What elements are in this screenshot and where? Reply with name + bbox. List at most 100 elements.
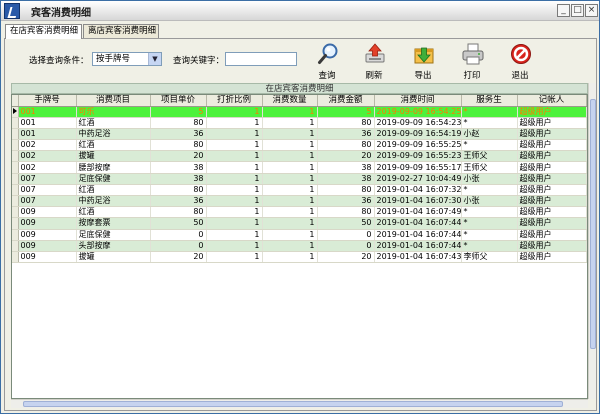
table-cell[interactable]: 超级用户 [517,240,587,252]
horizontal-scrollbar[interactable] [11,399,588,408]
table-cell[interactable]: 001 [18,117,77,129]
table-cell[interactable]: 中药足浴 [76,128,151,141]
table-cell[interactable]: 36 [150,195,207,208]
table-cell[interactable]: 王师父 [461,150,518,163]
column-header[interactable]: 记帐人 [517,95,587,107]
table-cell[interactable]: 2019-09-09 16:55:23 [374,150,462,163]
table-cell[interactable]: 1 [206,161,263,174]
table-cell[interactable]: 1 [262,139,318,152]
table-cell[interactable]: 超级用户 [517,117,587,129]
table-row[interactable]: 007 中药足浴 36 1 1 36 2019-01-04 16:07:30 小张 超级用户 [12,195,587,208]
table-cell[interactable]: * [461,206,518,219]
table-cell[interactable]: * [461,106,518,118]
table-cell[interactable]: 超级用户 [517,195,587,208]
table-cell[interactable]: 小张 [461,195,518,208]
condition-select[interactable]: 按手牌号 ▼ [92,52,162,66]
table-cell[interactable]: 红酒 [76,139,151,152]
table-cell[interactable]: 1 [206,240,263,252]
table-cell[interactable]: 1 [206,117,263,129]
table-cell[interactable]: 超级用户 [517,161,587,174]
table-row[interactable]: 001 红酒 80 1 1 80 2019-09-09 16:54:23 * 超级用户 [12,117,587,129]
table-row[interactable]: 002 红酒 80 1 1 80 2019-09-09 16:55:25 * 超级用户 [12,139,587,152]
chevron-down-icon[interactable]: ▼ [148,53,161,65]
title-bar[interactable]: 宾客消费明细 _ □ × [1,1,599,21]
table-row[interactable]: 007 足底保健 38 1 1 38 2019-02-27 10:04:49 小张 超级用户 [12,173,587,185]
table-cell[interactable]: 38 [317,161,375,174]
table-cell[interactable]: 1 [262,206,318,219]
maximize-button[interactable]: □ [571,4,584,17]
table-cell[interactable]: 2019-09-09 16:54:19 [374,128,462,141]
vertical-scroll-thumb[interactable] [590,99,596,349]
table-cell[interactable]: 2019-09-09 16:54:23 [374,117,462,129]
table-cell[interactable]: 36 [150,128,207,141]
table-cell[interactable]: 009 [18,217,77,230]
table-row[interactable]: 007 红酒 80 1 1 80 2019-01-04 16:07:32 * 超级用户 [12,184,587,197]
table-cell[interactable]: 拔罐 [76,150,151,163]
table-row[interactable]: 009 拔罐 20 1 1 20 2019-01-04 16:07:43 李师父 超级用户 [12,251,587,264]
table-cell[interactable]: * [461,240,518,252]
table-cell[interactable]: 1 [206,139,263,152]
table-cell[interactable]: 20 [150,251,207,264]
table-cell[interactable]: * [461,217,518,230]
table-cell[interactable]: 1 [206,128,263,141]
tab-checked-out[interactable]: 离店宾客消费明细 [83,24,159,38]
table-cell[interactable]: 001 [18,106,77,118]
table-cell[interactable]: 1 [262,150,318,163]
table-cell[interactable]: 80 [150,206,207,219]
table-cell[interactable]: 2019-09-09 16:55:17 [374,161,462,174]
table-row[interactable]: 001 可乐 5 1 1 5 2019-09-09 16:54:25 * 超级用户 [12,106,587,118]
column-header[interactable]: 打折比例 [206,95,263,107]
table-cell[interactable]: 王师父 [461,161,518,174]
table-cell[interactable]: 1 [262,117,318,129]
table-row[interactable]: 002 腰部按摩 38 1 1 38 2019-09-09 16:55:17 王师父 超级用户 [12,161,587,174]
table-cell[interactable]: 002 [18,139,77,152]
table-cell[interactable]: 中药足浴 [76,195,151,208]
column-header[interactable]: 消费时间 [374,95,462,107]
table-cell[interactable]: 红酒 [76,206,151,219]
refresh-button[interactable]: 刷新 [357,43,391,81]
table-cell[interactable]: 1 [206,195,263,208]
table-cell[interactable]: 超级用户 [517,229,587,241]
column-header[interactable]: 服务生 [461,95,518,107]
table-cell[interactable]: 1 [262,173,318,185]
table-cell[interactable]: 1 [206,106,263,118]
table-cell[interactable]: 2019-02-27 10:04:49 [374,173,462,185]
column-header[interactable]: 消费金额 [317,95,375,107]
table-cell[interactable]: 1 [262,128,318,141]
table-cell[interactable]: 36 [317,128,375,141]
table-cell[interactable]: 009 [18,240,77,252]
table-cell[interactable]: 2019-01-04 16:07:30 [374,195,462,208]
table-cell[interactable]: 超级用户 [517,106,587,118]
table-cell[interactable]: 007 [18,195,77,208]
export-button[interactable]: 导出 [406,43,440,81]
table-cell[interactable]: 009 [18,229,77,241]
table-cell[interactable]: 50 [317,217,375,230]
table-cell[interactable]: 20 [150,150,207,163]
table-cell[interactable]: 1 [262,240,318,252]
table-cell[interactable]: 001 [18,128,77,141]
table-cell[interactable]: 20 [317,251,375,264]
table-cell[interactable]: * [461,139,518,152]
table-cell[interactable]: 20 [317,150,375,163]
table-cell[interactable]: 0 [317,229,375,241]
table-cell[interactable]: 002 [18,161,77,174]
table-cell[interactable]: 38 [150,173,207,185]
table-cell[interactable]: 009 [18,206,77,219]
table-cell[interactable]: 足底保健 [76,173,151,185]
table-cell[interactable]: 38 [317,173,375,185]
table-cell[interactable]: 可乐 [76,106,151,118]
table-cell[interactable]: 小赵 [461,128,518,141]
table-cell[interactable]: 38 [150,161,207,174]
table-cell[interactable]: 1 [206,229,263,241]
close-button[interactable]: × [585,4,598,17]
table-cell[interactable]: 002 [18,150,77,163]
table-cell[interactable]: * [461,229,518,241]
table-cell[interactable]: 超级用户 [517,150,587,163]
table-row[interactable]: 009 头部按摩 0 1 1 0 2019-01-04 16:07:44 * 超级用户 [12,240,587,252]
table-cell[interactable]: 1 [206,217,263,230]
table-cell[interactable]: 1 [206,206,263,219]
table-cell[interactable]: 0 [150,240,207,252]
table-cell[interactable]: 5 [150,106,207,118]
table-cell[interactable]: 1 [206,251,263,264]
table-cell[interactable]: 36 [317,195,375,208]
